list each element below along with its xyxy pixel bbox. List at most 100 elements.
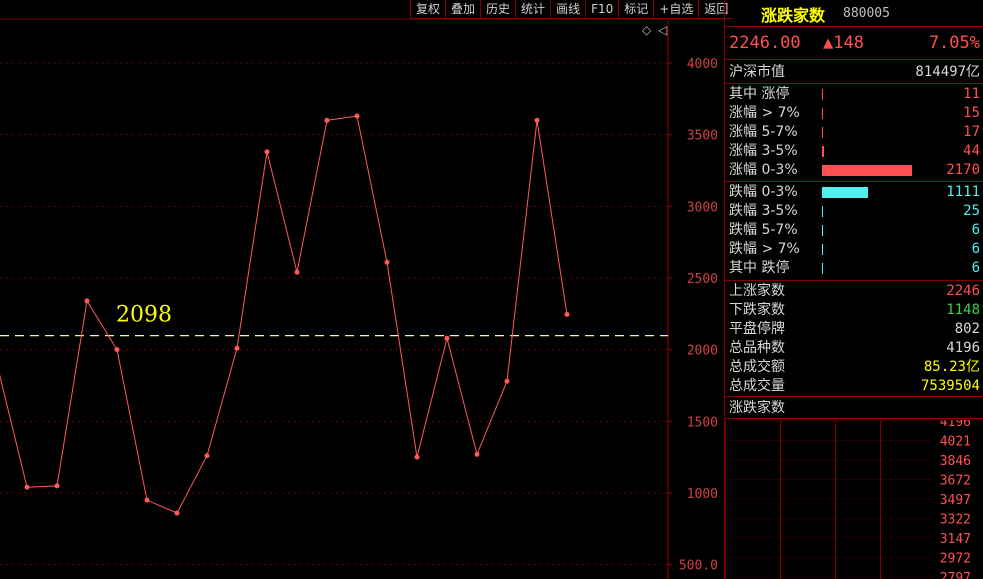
distribution-label: 跌幅 0-3%: [729, 184, 798, 200]
y-tick-label: 2000: [687, 344, 718, 359]
distribution-bar: [822, 89, 823, 100]
y-tick-label: 500.0: [679, 559, 718, 574]
distribution-value: 1111: [946, 184, 980, 200]
divider: [725, 181, 983, 182]
data-point: [204, 453, 210, 459]
distribution-value: 17: [963, 124, 980, 140]
distribution-label: 涨幅 5-7%: [729, 124, 798, 140]
mini-chart: 4196 4021 3846 3672 3497 3322 3147 2972 2797: [725, 420, 983, 579]
market-value: 814497亿: [915, 64, 980, 80]
stat-label: 下跌家数: [729, 302, 785, 318]
distribution-bar: [822, 108, 823, 119]
data-point: [144, 497, 150, 503]
stat-row: 总成交量 7539504: [725, 377, 980, 396]
distribution-row: 跌幅 > 7% 6: [725, 240, 980, 259]
market-value-label: 沪深市值: [729, 64, 785, 80]
distribution-row: 涨幅 5-7% 17: [725, 123, 980, 142]
distribution-value: 25: [963, 203, 980, 219]
stat-row: 上涨家数 2246: [725, 282, 980, 301]
distribution-row: 跌幅 5-7% 6: [725, 221, 980, 240]
stat-value: 7539504: [920, 378, 980, 394]
distribution-bar: [822, 206, 823, 217]
divider: [725, 83, 983, 84]
series-line: [0, 115, 568, 514]
index-code: 880005: [843, 6, 890, 21]
distribution-label: 跌幅 5-7%: [729, 222, 798, 238]
distribution-bar: [822, 165, 912, 176]
data-point: [384, 259, 390, 265]
price-change: ▲148: [823, 33, 864, 53]
y-tick-label: 3000: [687, 200, 718, 215]
data-point: [414, 454, 420, 460]
distribution-bar: [822, 244, 823, 255]
divider: [725, 26, 983, 27]
arrow-toggle-icon[interactable]: ◁: [657, 23, 667, 37]
stat-label: 平盘停牌: [729, 321, 785, 337]
data-point: [24, 484, 30, 490]
distribution-label: 涨幅 3-5%: [729, 143, 798, 159]
distribution-row: 其中 涨停 11: [725, 85, 980, 104]
distribution-bar: [822, 127, 823, 138]
mini-axis-label: 3672: [940, 474, 971, 489]
stat-row: 总成交额 85.23亿: [725, 358, 980, 377]
data-point: [444, 335, 450, 341]
distribution-row: 其中 跌停 6: [725, 259, 980, 278]
stat-label: 上涨家数: [729, 283, 785, 299]
stat-value: 2246: [946, 283, 980, 299]
mini-axis-label: 3147: [940, 532, 971, 547]
stat-row: 总品种数 4196: [725, 339, 980, 358]
distribution-label: 涨幅 > 7%: [729, 105, 800, 121]
distribution-row: 涨幅 3-5% 44: [725, 142, 980, 161]
stat-value: 1148: [946, 302, 980, 318]
distribution-value: 6: [971, 222, 980, 238]
distribution-bar: [822, 225, 823, 236]
panel-title: 涨跌家数: [761, 6, 826, 25]
data-point: [474, 451, 480, 457]
data-point: [294, 269, 300, 275]
distribution-value: 11: [963, 86, 980, 102]
y-tick-label: 1500: [687, 415, 718, 430]
divider: [725, 418, 983, 419]
distribution-bar: [822, 187, 868, 198]
stat-value: 85.23亿: [923, 359, 980, 375]
distribution-value: 2170: [946, 162, 980, 178]
current-price: 2246.00: [729, 33, 801, 53]
reference-label: 2098: [116, 303, 172, 328]
mini-axis-label: 2972: [940, 552, 971, 567]
distribution-label: 涨幅 0-3%: [729, 162, 798, 178]
mini-axis-label: 4021: [940, 435, 971, 450]
data-point: [114, 347, 120, 353]
y-tick-label: 4000: [687, 57, 718, 72]
distribution-row: 跌幅 0-3% 1111: [725, 183, 980, 202]
mini-axis-label: 3846: [940, 454, 971, 469]
divider: [725, 396, 983, 397]
divider: [725, 59, 983, 60]
distribution-value: 6: [971, 241, 980, 257]
quote-panel: 涨跌家数 880005 2246.00 ▲148 7.05% 沪深市值 8144…: [724, 0, 983, 579]
distribution-value: 6: [971, 260, 980, 276]
data-point: [564, 311, 570, 317]
data-point: [354, 113, 360, 119]
stat-label: 总成交额: [729, 359, 785, 375]
distribution-bar: [822, 263, 823, 274]
distribution-label: 其中 涨停: [729, 86, 790, 102]
mini-axis-label: 4196: [940, 420, 971, 430]
data-point: [534, 117, 540, 123]
distribution-row: 涨幅 > 7% 15: [725, 104, 980, 123]
data-point: [504, 378, 510, 384]
y-tick-label: 3500: [687, 129, 718, 144]
distribution-label: 其中 跌停: [729, 260, 790, 276]
market-value-row: 沪深市值 814497亿: [725, 63, 980, 82]
diamond-icon[interactable]: ◇: [642, 23, 652, 37]
mini-axis-label: 3497: [940, 493, 971, 508]
stat-label: 总成交量: [729, 378, 785, 394]
data-point: [234, 345, 240, 351]
distribution-label: 跌幅 3-5%: [729, 203, 798, 219]
stat-label: 总品种数: [729, 340, 785, 356]
stat-row: 下跌家数 1148: [725, 301, 980, 320]
data-point: [324, 117, 330, 123]
distribution-bar: [822, 146, 824, 157]
line-chart: 4000 3500 3000 2500 2000 1500 1000 500.0 ◇ ◁ 2098: [0, 18, 724, 579]
distribution-row: 涨幅 0-3% 2170: [725, 161, 980, 180]
distribution-row: 跌幅 3-5% 25: [725, 202, 980, 221]
